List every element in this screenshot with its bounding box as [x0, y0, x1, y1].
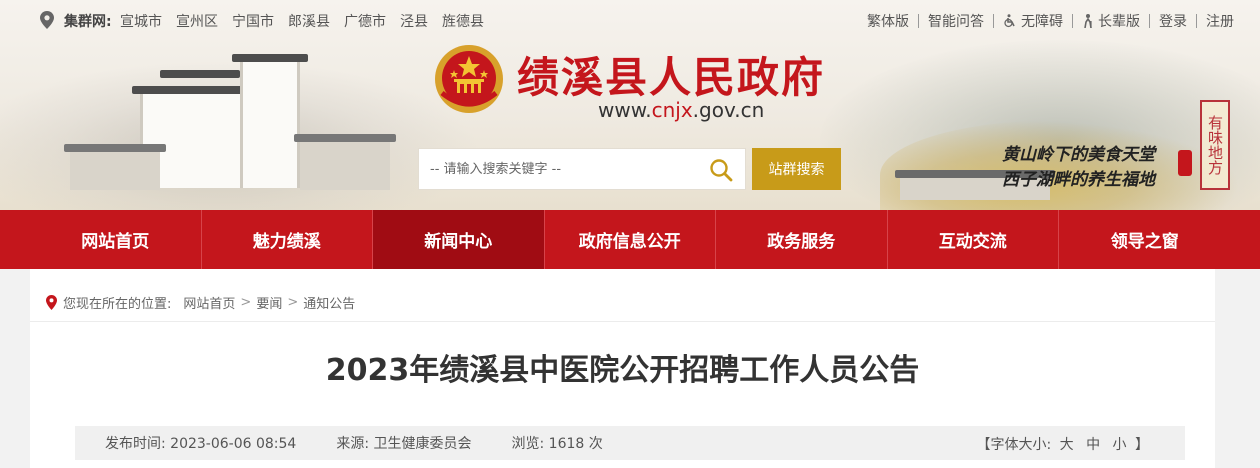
traditional-chinese-link[interactable]: 繁体版 [867, 11, 909, 31]
font-size-medium[interactable]: 中 [1086, 437, 1100, 453]
login-link[interactable]: 登录 [1159, 11, 1187, 31]
font-size-label: 【字体大小: [976, 437, 1052, 453]
breadcrumb-home[interactable]: 网站首页 [183, 293, 235, 312]
font-size-control: 【字体大小: 大 中 小 】 [976, 434, 1149, 454]
cluster-link-langxi[interactable]: 郎溪县 [288, 11, 330, 31]
font-size-close: 】 [1135, 437, 1149, 453]
nav-item-gov-services[interactable]: 政务服务 [716, 210, 888, 269]
nav-item-charm-jixi[interactable]: 魅力绩溪 [202, 210, 373, 269]
accessibility-link[interactable]: 无障碍 [1003, 11, 1063, 31]
cluster-network-label: 集群网: [64, 14, 112, 30]
national-emblem-icon[interactable] [432, 43, 506, 119]
site-url: www.cnjx.gov.cn [598, 98, 765, 122]
site-header: 集群网: 宣城市 宣州区 宁国市 郎溪县 广德市 泾县 旌德县 繁体版 智能问答… [0, 0, 1260, 210]
divider [993, 14, 994, 28]
utility-links: 繁体版 智能问答 无障碍 长辈版 登录 注册 [867, 11, 1234, 31]
search-icon[interactable] [709, 158, 733, 182]
divider [918, 14, 919, 28]
cluster-link-jingxian[interactable]: 泾县 [400, 11, 428, 31]
breadcrumb-prefix: 您现在所在的位置: [63, 297, 172, 312]
breadcrumb-separator: > [240, 295, 252, 310]
article-title: 2023年绩溪县中医院公开招聘工作人员公告 [325, 353, 920, 388]
main-nav: 网站首页 魅力绩溪 新闻中心 政府信息公开 政务服务 互动交流 领导之窗 [0, 210, 1260, 269]
nav-item-interaction[interactable]: 互动交流 [888, 210, 1059, 269]
divider [1149, 14, 1150, 28]
cluster-link-guangde[interactable]: 广德市 [344, 11, 386, 31]
nav-item-news-center[interactable]: 新闻中心 [373, 210, 545, 269]
red-seal-stamp [1178, 150, 1192, 176]
article-source: 来源: 卫生健康委员会 [336, 436, 472, 452]
breadcrumb-news[interactable]: 要闻 [256, 293, 282, 312]
breadcrumb-separator: > [287, 295, 299, 310]
cluster-link-xuanzhou[interactable]: 宣州区 [176, 11, 218, 31]
nav-item-gov-info[interactable]: 政府信息公开 [545, 210, 716, 269]
nav-item-leadership[interactable]: 领导之窗 [1059, 210, 1231, 269]
elder-mode-link[interactable]: 长辈版 [1082, 11, 1140, 31]
font-size-large[interactable]: 大 [1060, 437, 1074, 453]
cluster-link-ningguo[interactable]: 宁国市 [232, 11, 274, 31]
slogan: 黄山岭下的美食天堂 西子湖畔的养生福地 [1002, 143, 1155, 193]
slogan-line-2: 西子湖畔的养生福地 [1002, 170, 1155, 190]
publish-time: 发布时间: 2023-06-06 08:54 [105, 436, 297, 452]
breadcrumb-notices[interactable]: 通知公告 [303, 293, 355, 312]
smart-qa-link[interactable]: 智能问答 [928, 11, 984, 31]
view-count: 浏览: 1618 次 [511, 436, 603, 452]
breadcrumb: 您现在所在的位置: 网站首页 > 要闻 > 通知公告 [46, 293, 355, 312]
article-container: 您现在所在的位置: 网站首页 > 要闻 > 通知公告 2023年绩溪县中医院公开… [30, 269, 1215, 468]
divider [1196, 14, 1197, 28]
cluster-links: 宣城市 宣州区 宁国市 郎溪县 广德市 泾县 旌德县 [120, 11, 484, 31]
search-input[interactable] [419, 149, 689, 189]
article-meta: 发布时间: 2023-06-06 08:54 来源: 卫生健康委员会 浏览: 1… [75, 426, 1185, 460]
wheelchair-icon [1004, 14, 1015, 28]
vertical-seal-text: 有味地方 [1200, 100, 1230, 190]
elder-person-icon [1084, 14, 1092, 28]
location-pin-icon [40, 11, 54, 29]
divider [1072, 14, 1073, 28]
search-box [418, 148, 746, 190]
cluster-link-jingde[interactable]: 旌德县 [442, 11, 484, 31]
location-pin-icon [46, 295, 57, 310]
cluster-search-button[interactable]: 站群搜索 [752, 148, 841, 190]
divider [30, 321, 1215, 322]
top-bar: 集群网: 宣城市 宣州区 宁国市 郎溪县 广德市 泾县 旌德县 繁体版 智能问答… [0, 0, 1260, 40]
nav-item-home[interactable]: 网站首页 [30, 210, 202, 269]
register-link[interactable]: 注册 [1206, 11, 1234, 31]
slogan-line-1: 黄山岭下的美食天堂 [1002, 145, 1155, 165]
site-title[interactable]: 绩溪县人民政府 [517, 44, 825, 105]
cluster-link-xuancheng[interactable]: 宣城市 [120, 11, 162, 31]
font-size-small[interactable]: 小 [1113, 437, 1127, 453]
